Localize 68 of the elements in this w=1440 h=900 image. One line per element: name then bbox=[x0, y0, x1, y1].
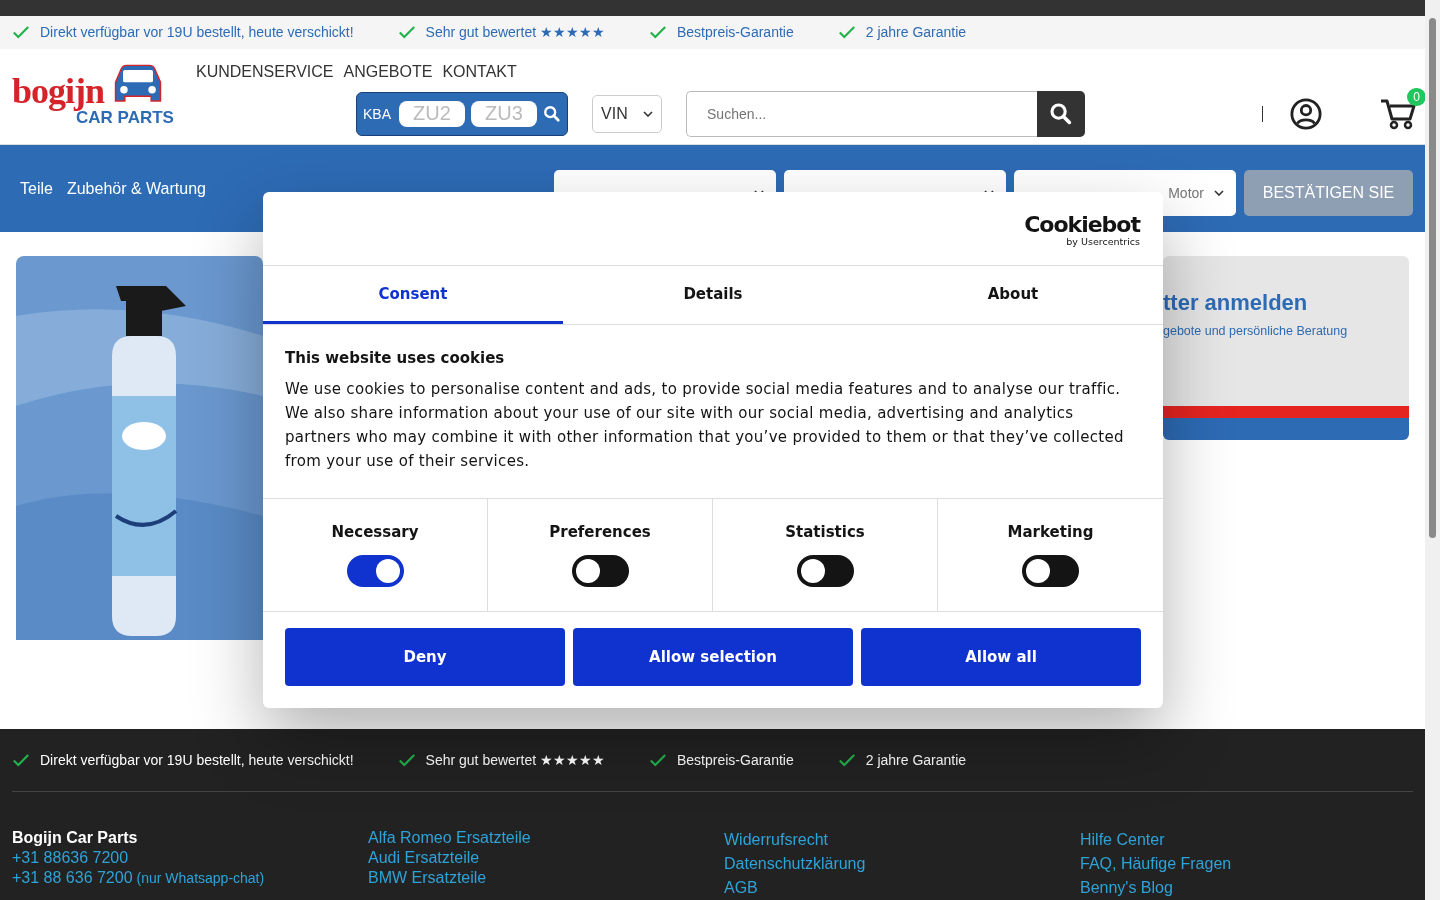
cookiebot-logo: Cookiebot bbox=[1024, 214, 1140, 236]
search-icon bbox=[1049, 101, 1073, 126]
footer-link[interactable]: Widerrufsrecht bbox=[724, 828, 829, 852]
dialog-tab[interactable]: About bbox=[863, 266, 1163, 324]
footer-link[interactable]: Alfa Romeo Ersatzteile bbox=[368, 828, 531, 848]
footer-note: (nur Whatsapp-chat) bbox=[136, 869, 265, 888]
usp-text: 2 jahre Garantie bbox=[865, 752, 967, 768]
toggle-label: Preferences bbox=[549, 523, 651, 541]
toggle-switch[interactable] bbox=[1022, 555, 1079, 587]
dialog-tab[interactable]: Details bbox=[563, 266, 863, 324]
search-button[interactable] bbox=[1037, 90, 1085, 137]
kba-input-field[interactable]: ZU2 bbox=[399, 100, 465, 127]
consent-button[interactable]: Allow all bbox=[861, 628, 1141, 686]
toggle-switch[interactable] bbox=[346, 555, 404, 587]
kba-label: KBA bbox=[363, 105, 391, 122]
category-link[interactable]: Teile bbox=[20, 179, 53, 198]
dialog-heading: This website uses cookies bbox=[285, 349, 506, 367]
nav-link[interactable]: KUNDENSERVICE bbox=[196, 62, 334, 81]
usp-text: Sehr gut bewertet ★★★★★ bbox=[425, 24, 605, 41]
check-icon bbox=[837, 24, 856, 40]
toggle-switch[interactable] bbox=[796, 555, 854, 587]
dialog-tab[interactable]: Consent bbox=[263, 266, 563, 324]
footer-link[interactable]: FAQ, Häufige Fragen bbox=[1080, 852, 1232, 876]
toggle-label: Necessary bbox=[331, 523, 419, 541]
usp-text: Direkt verfügbar vor 19U bestellt, heute verschickt! bbox=[40, 752, 354, 768]
chevron-down-icon bbox=[643, 110, 653, 117]
toggle-label: Marketing bbox=[1007, 523, 1094, 541]
consent-button[interactable]: Allow selection bbox=[573, 628, 853, 686]
footer-link[interactable]: Hilfe Center bbox=[1080, 828, 1165, 852]
usp-text: Sehr gut bewertet ★★★★★ bbox=[425, 752, 605, 768]
check-icon bbox=[397, 752, 416, 768]
nav-link[interactable]: ANGEBOTE bbox=[343, 62, 433, 81]
banner-title: tter anmelden bbox=[1163, 290, 1309, 317]
search-icon[interactable] bbox=[543, 104, 561, 123]
footer-link[interactable]: +31 88 636 7200 bbox=[12, 868, 133, 888]
footer-heading: Bogijn Car Parts bbox=[12, 828, 139, 848]
footer-link[interactable]: Benny's Blog bbox=[1080, 876, 1173, 900]
check-icon bbox=[12, 24, 30, 40]
footer-link[interactable]: Audi Ersatzteile bbox=[368, 848, 480, 868]
footer-link[interactable]: BMW Ersatzteile bbox=[368, 868, 487, 888]
search-field[interactable]: Suchen... bbox=[686, 90, 1037, 137]
footer-link[interactable]: AGB bbox=[724, 876, 758, 900]
usp-text: 2 jahre Garantie bbox=[865, 24, 967, 41]
check-icon bbox=[837, 752, 856, 768]
chevron-down-icon bbox=[1214, 189, 1224, 196]
category-link[interactable]: Zubehör & Wartung bbox=[66, 179, 206, 198]
toggle-label: Statistics bbox=[785, 523, 865, 541]
check-icon bbox=[397, 24, 416, 40]
consent-button[interactable]: Deny bbox=[285, 628, 565, 686]
check-icon bbox=[12, 752, 30, 768]
usp-text: Bestpreis-Garantie bbox=[677, 752, 794, 768]
banner-subtitle: gebote und persönliche Beratung bbox=[1163, 324, 1349, 339]
toggle-switch[interactable] bbox=[571, 555, 629, 587]
footer-link[interactable]: +31 88636 7200 bbox=[12, 848, 129, 868]
dialog-text: We use cookies to personalise content and ads, to provide social media features and to analyse our traffic. We also share information about your use of our site with our social media, advertising and analytics partners who may combine it with other information that you’ve provided to them or that they’ve collected from your use of their services. bbox=[285, 379, 1125, 472]
footer-link[interactable]: Datenschutzklärung bbox=[724, 852, 866, 876]
check-icon bbox=[649, 752, 667, 768]
cookiebot-byline: by Usercentrics bbox=[1066, 236, 1140, 247]
usp-text: Direkt verfügbar vor 19U bestellt, heute verschickt! bbox=[40, 24, 354, 41]
check-icon bbox=[649, 24, 667, 40]
vin-select[interactable]: VIN bbox=[592, 94, 662, 133]
usp-text: Bestpreis-Garantie bbox=[677, 24, 794, 41]
kba-input-field[interactable]: ZU3 bbox=[471, 100, 537, 127]
scrollbar[interactable] bbox=[1425, 0, 1440, 900]
nav-link[interactable]: KONTAKT bbox=[442, 62, 517, 81]
newsletter-banner[interactable]: tter anmelden gebote und persönliche Beratung bbox=[1163, 256, 1409, 441]
logo-wordmark[interactable]: bogijn bbox=[12, 72, 105, 109]
account-icon[interactable] bbox=[1290, 97, 1322, 130]
